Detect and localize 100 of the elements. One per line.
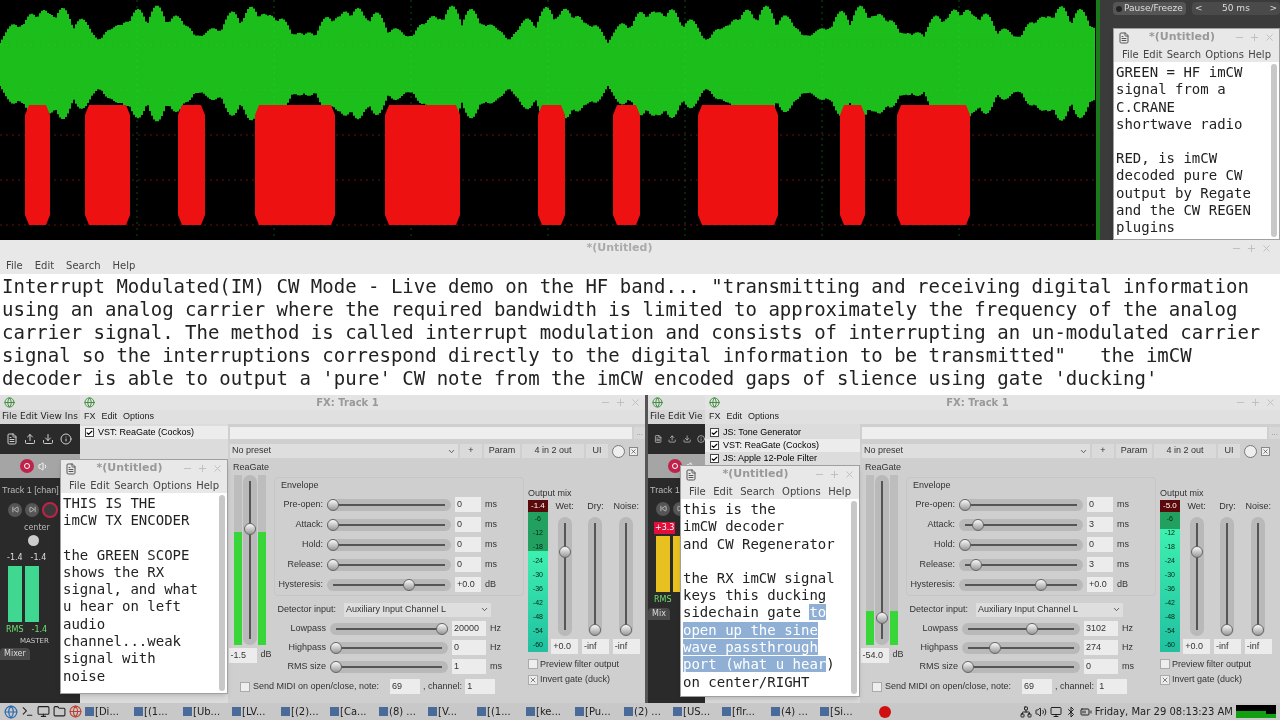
text-line: decoder is able to output a 'pure' CW note from the imCW encoded gaps of slience using gate 'ducking' [2,367,1158,390]
note-line: C.CRANE [1116,98,1175,116]
group-label: Output mix [1160,486,1204,500]
note-line: shows the RX [63,563,165,582]
unit-label: dB [260,648,272,662]
parameter-label: Pre-open: [914,497,955,511]
track-label: Track 1 [649,484,680,497]
note-line: RED, is imCW [1116,150,1218,168]
window-title: *(Untitled) [95,460,164,477]
parameter-label: Pre-open: [282,497,323,511]
parameter-label: Lowpass [921,621,958,635]
parameter-label: Lowpass [289,621,326,635]
unit-label: Hz [1122,621,1133,635]
text-line: signal so the interruptions correspond directly to the digital information to be transmitted" the imCW [2,344,1192,367]
option-label: , channel: [1055,679,1095,693]
plugin-name: ReaGate [232,461,270,474]
unit-label: ms [1117,537,1129,551]
note-line: this is the [683,501,776,519]
window-title: *(Untitled) [1148,29,1216,46]
unit-label: ms [1117,497,1129,511]
fader-label: Dry: [587,500,604,513]
track-label: Track 1 [chan] [1,484,59,497]
note-line: and the CW REGEN [1116,202,1251,220]
group-label: Envelope [280,478,319,492]
parameter-label: Detector input: [276,602,336,616]
option-label: Invert gate (duck) [1172,673,1243,686]
rms-label: RMS [6,623,24,636]
peak-readout: -1.4 [6,551,24,564]
rms-label: RMS [654,593,672,606]
note-line: GREEN = HF imCW [1116,64,1243,82]
parameter-label: RMS size [918,659,958,673]
unit-label: Hz [490,640,501,654]
note-line: the GREEN SCOPE [63,546,190,564]
text-line: carrier signal. The method is called interrupt modulation and consists of interrupting an un-modulated carrier [2,321,1261,344]
peak-readout: -5.0 [1160,500,1180,512]
window-title: *(Untitled) [585,239,654,256]
window-title: *(Untitled) [721,466,790,483]
option-label: Send MIDI on open/close, note: [885,679,1012,693]
peak-readout: +3.3 [654,521,676,534]
rms-value: -1.4 [31,623,48,636]
unit-label: ms [485,557,497,571]
unit-label: ms [1117,557,1129,571]
option-label: , channel: [423,679,463,693]
window-title: FX: Track 1 [315,396,380,410]
peak-readout: -1.4 [29,551,48,564]
unit-label: Hz [1122,640,1133,654]
parameter-label: Highpass [919,640,958,654]
group-label: Output mix [528,486,572,500]
note-line: signal, and what [63,581,198,599]
note-line: signal with [63,650,156,668]
parameter-label: Hold: [933,537,955,551]
parameter-label: Highpass [287,640,326,654]
window-title: FX: Track 1 [945,396,1010,410]
unit-label: ms [485,517,497,531]
parameter-label: Attack: [294,517,323,531]
fader-label: Noise: [1245,500,1271,513]
note-line: output by Regate [1116,184,1251,203]
fader-label: Wet: [1187,500,1206,513]
note-line: imCW decoder [683,518,785,536]
fader-label: Noise: [613,500,639,513]
unit-label: dB [892,648,904,662]
note-line: and CW Regenerator [683,535,835,553]
unit-label: ms [485,537,497,551]
unit-label: ms [490,659,502,673]
peak-readout: -1.4 [528,500,548,512]
option-label: Preview filter output [540,657,620,671]
text-line: Interrupt Modulated(IM) CW Mode - Live demo on the HF band... "transmitting and receiving digital information [2,275,1249,298]
pan-label: center [23,521,50,534]
note-line: audio [63,615,106,634]
unit-label: ms [1122,659,1134,673]
note-line: the RX imCW signal [683,569,835,588]
unit-label: dB [1117,577,1128,591]
parameter-label: Release: [918,557,955,571]
option-label: Send MIDI on open/close, note: [253,679,380,693]
unit-label: Hz [490,621,501,635]
option-label: Invert gate (duck) [540,673,611,686]
note-line: signal from a [1116,81,1226,99]
parameter-label: Hysteresis: [277,577,323,591]
unit-label: dB [485,577,496,591]
parameter-label: Hold: [301,537,323,551]
note-line: sidechain gate to [683,604,827,622]
note-line: keys this ducking [683,587,827,605]
note-line: decoded pure CW [1116,167,1243,185]
note-line: channel...weak [63,633,181,651]
group-label: Envelope [912,478,951,492]
fader-label: Wet: [555,500,574,513]
parameter-label: Release: [286,557,323,571]
parameter-label: Detector input: [908,602,968,616]
note-line: imCW TX ENCODER [63,512,190,530]
parameter-label: Hysteresis: [909,577,955,591]
text-line: using an analog carrier where the required bandwidth is limited to approximately the frequency of the analog [2,298,1238,321]
parameter-label: Attack: [926,517,955,531]
note-line: noise [63,667,106,685]
note-line: on center/RIGHT [683,673,810,691]
plugin-name: ReaGate [864,461,902,474]
fader-label: Dry: [1219,500,1236,513]
note-line: port (what u hear) [683,656,835,674]
note-line: shortwave radio [1116,115,1243,134]
note-line: plugins [1116,219,1175,237]
note-line: u hear on left [63,598,181,616]
